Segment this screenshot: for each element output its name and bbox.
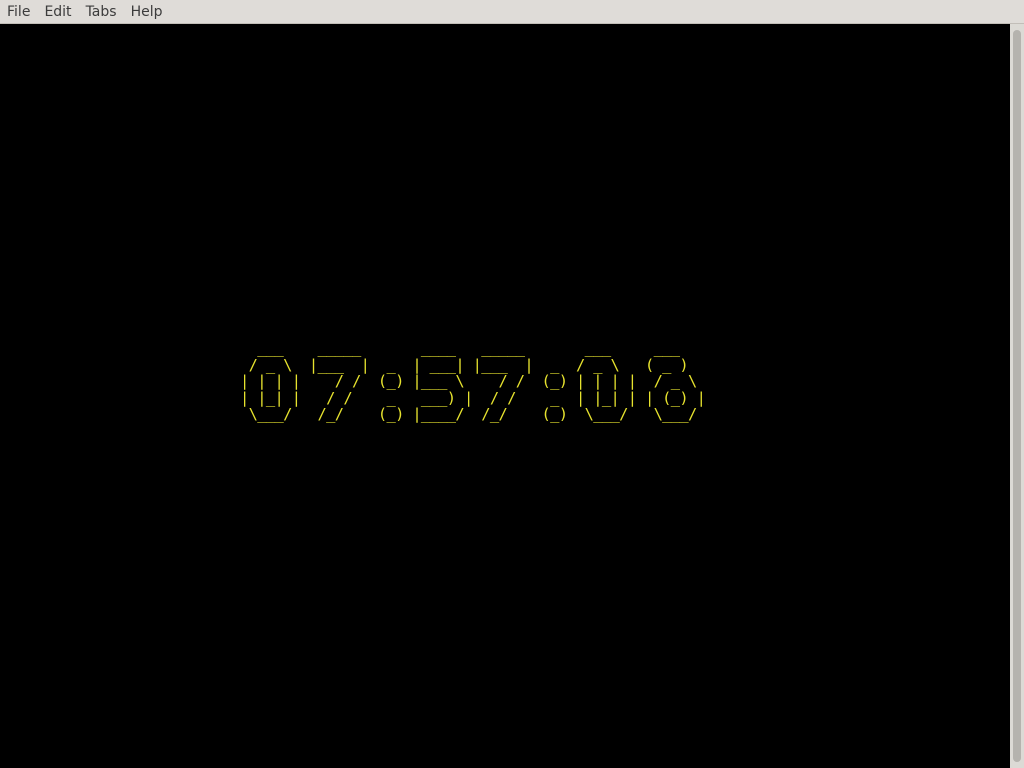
vertical-scrollbar[interactable] <box>1010 24 1024 768</box>
menu-edit[interactable]: Edit <box>37 0 78 24</box>
scrollbar-thumb[interactable] <box>1013 30 1021 762</box>
menu-file[interactable]: File <box>0 0 37 24</box>
menu-bar: File Edit Tabs Help <box>0 0 1024 24</box>
ascii-clock: ___ _____ ____ _____ ___ ___ / _ \ |___ … <box>240 339 706 424</box>
terminal-area[interactable]: ___ _____ ____ _____ ___ ___ / _ \ |___ … <box>0 24 1010 768</box>
menu-help[interactable]: Help <box>124 0 170 24</box>
menu-tabs[interactable]: Tabs <box>79 0 124 24</box>
